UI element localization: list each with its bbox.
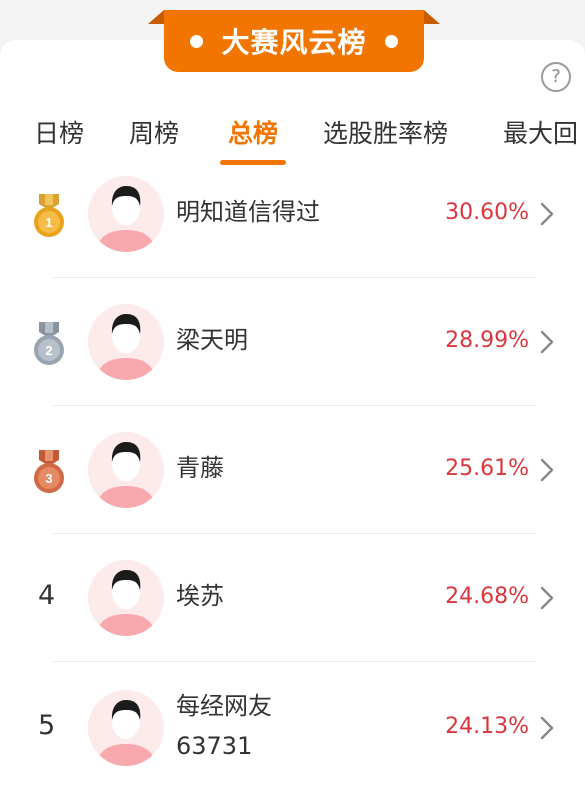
rank-number: 4 <box>38 580 56 611</box>
tab-stock-win-rate[interactable]: 选股胜率榜 <box>323 114 448 150</box>
list-item[interactable]: 3 青藤 25.61% <box>0 406 585 534</box>
list-item[interactable]: 4 埃苏 24.68% <box>0 534 585 662</box>
tab-overall[interactable]: 总榜 <box>228 114 278 150</box>
tab-daily[interactable]: 日榜 <box>34 114 84 150</box>
default-avatar-icon <box>88 176 164 252</box>
page-title: 大赛风云榜 <box>221 26 367 59</box>
user-name: 明知道信得过 <box>176 198 320 226</box>
ribbon-dot-left <box>190 34 204 48</box>
chevron-right-icon <box>540 458 554 482</box>
gold-medal-icon: 1 <box>34 194 64 237</box>
return-value: 28.99% <box>445 328 529 353</box>
user-name: 青藤 <box>176 454 224 482</box>
user-name: 梁天明 <box>176 326 248 354</box>
ribbon-dot-right <box>384 34 398 48</box>
default-avatar-icon <box>88 560 164 636</box>
ribbon-fold-left <box>148 10 164 24</box>
title-ribbon: 大赛风云榜 <box>148 10 440 72</box>
list-item[interactable]: 2 梁天明 28.99% <box>0 278 585 406</box>
default-avatar-icon <box>88 304 164 380</box>
return-value: 25.61% <box>445 456 529 481</box>
avatar[interactable] <box>88 690 164 766</box>
default-avatar-icon <box>88 432 164 508</box>
chevron-right-icon <box>540 586 554 610</box>
tab-weekly[interactable]: 周榜 <box>129 114 179 150</box>
ribbon-fold-right <box>424 10 440 24</box>
svg-text:3: 3 <box>45 471 52 486</box>
user-name: 每经网友 <box>176 692 272 720</box>
avatar[interactable] <box>88 432 164 508</box>
bronze-medal-icon: 3 <box>34 450 64 493</box>
chevron-right-icon <box>540 202 554 226</box>
chevron-right-icon <box>540 330 554 354</box>
user-name-id: 63731 <box>176 732 253 760</box>
chevron-right-icon <box>540 716 554 740</box>
list-item[interactable]: 5 每经网友 63731 24.13% <box>0 662 585 790</box>
ribbon-banner: 大赛风云榜 <box>164 10 424 72</box>
svg-text:1: 1 <box>45 215 52 230</box>
avatar[interactable] <box>88 304 164 380</box>
default-avatar-icon <box>88 690 164 766</box>
return-value: 24.13% <box>445 714 529 739</box>
user-name: 埃苏 <box>176 582 224 610</box>
avatar[interactable] <box>88 176 164 252</box>
rank-number: 5 <box>38 710 56 741</box>
return-value: 30.60% <box>445 200 529 225</box>
svg-text:2: 2 <box>45 343 52 358</box>
avatar[interactable] <box>88 560 164 636</box>
tab-max-drawdown[interactable]: 最大回 <box>503 114 578 150</box>
question-circle-icon[interactable]: ? <box>541 62 571 92</box>
return-value: 24.68% <box>445 584 529 609</box>
list-item[interactable]: 1 明知道信得过 30.60% <box>0 150 585 278</box>
silver-medal-icon: 2 <box>34 322 64 365</box>
